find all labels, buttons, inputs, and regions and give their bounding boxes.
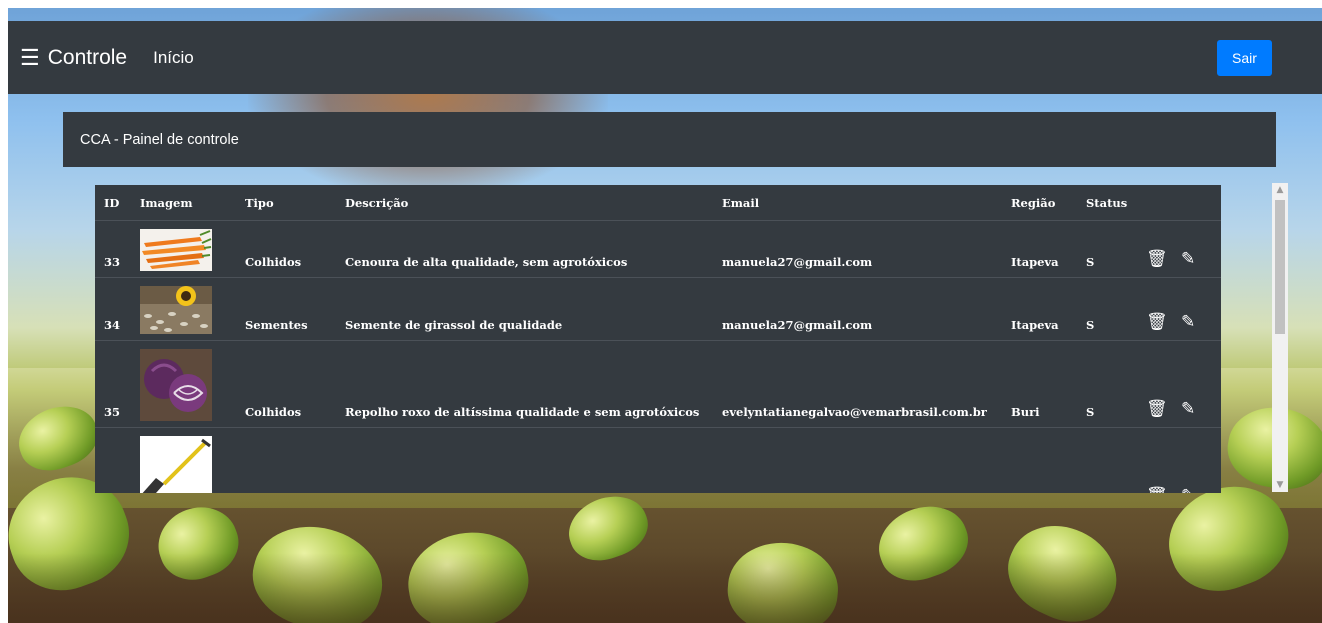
header-email: Email [722, 195, 760, 210]
header-status: Status [1086, 195, 1128, 210]
table-row: 🗑 ✎ [95, 427, 1221, 493]
products-table-container: ID Imagem Tipo Descrição Email Região St… [95, 185, 1221, 493]
cell-type: Colhidos [245, 220, 345, 278]
cell-status: S [1086, 220, 1146, 278]
panel-title: CCA - Painel de controle [63, 112, 1276, 167]
hamburger-icon[interactable]: ☰ [20, 45, 40, 71]
cell-image [140, 220, 245, 278]
cell-image [140, 340, 245, 428]
red-cabbage-thumbnail [140, 349, 212, 421]
cell-region: Buri [1011, 340, 1086, 428]
table-row: 33 Colhidos Cenoura de alta qualidade, s… [95, 220, 1221, 278]
sunflower-seeds-thumbnail [140, 286, 212, 334]
scroll-down-icon[interactable]: ▼ [1272, 478, 1288, 492]
products-table: ID Imagem Tipo Descrição Email Região St… [95, 185, 1221, 493]
trash-icon[interactable]: 🗑 [1146, 312, 1168, 332]
cell-description: Cenoura de alta qualidade, sem agrotóxic… [345, 220, 722, 278]
nav-link-inicio[interactable]: Início [153, 48, 194, 68]
table-scrollbar[interactable]: ▲ ▼ [1272, 183, 1288, 492]
cell-type: Colhidos [245, 340, 345, 428]
edit-icon[interactable]: ✎ [1181, 486, 1195, 493]
header-type: Tipo [245, 195, 274, 210]
shovel-thumbnail [140, 436, 212, 493]
cell-region: Itapeva [1011, 277, 1086, 341]
cell-type: Sementes [245, 277, 345, 341]
cell-id: 34 [95, 277, 140, 341]
cell-email: manuela27@gmail.com [722, 220, 1011, 278]
cell-description: Repolho roxo de altíssima qualidade e se… [345, 340, 722, 428]
table-row: 34 Sementes Semente de girassol de quali… [95, 277, 1221, 341]
logout-button[interactable]: Sair [1217, 40, 1272, 76]
scroll-up-icon[interactable]: ▲ [1272, 183, 1288, 197]
carrots-thumbnail [140, 229, 212, 271]
cell-status: S [1086, 340, 1146, 428]
cell-description: Semente de girassol de qualidade [345, 277, 722, 341]
cell-email [722, 427, 1011, 493]
cell-id [95, 427, 140, 493]
scrollbar-thumb[interactable] [1275, 200, 1285, 334]
trash-icon[interactable]: 🗑 [1146, 249, 1168, 269]
cell-id: 35 [95, 340, 140, 428]
table-header-row: ID Imagem Tipo Descrição Email Região St… [95, 185, 1221, 221]
sidebar-toggle[interactable]: ☰ Controle [20, 45, 127, 71]
edit-icon[interactable]: ✎ [1181, 249, 1195, 269]
header-region: Região [1011, 195, 1056, 210]
edit-icon[interactable]: ✎ [1181, 399, 1195, 419]
cell-description [345, 427, 722, 493]
cell-region: Itapeva [1011, 220, 1086, 278]
cell-type [245, 427, 345, 493]
edit-icon[interactable]: ✎ [1181, 312, 1195, 332]
cell-status: S [1086, 277, 1146, 341]
cell-status [1086, 427, 1146, 493]
cell-email: evelyntatianegalvao@vemarbrasil.com.br [722, 340, 1011, 428]
cell-image [140, 277, 245, 341]
cell-email: manuela27@gmail.com [722, 277, 1011, 341]
table-row: 35 Colhidos Repolho roxo de altíssima qu… [95, 340, 1221, 428]
header-description: Descrição [345, 195, 409, 210]
trash-icon[interactable]: 🗑 [1146, 486, 1168, 493]
cell-region [1011, 427, 1086, 493]
header-id: ID [104, 195, 120, 210]
cell-image [140, 427, 245, 493]
top-navbar: ☰ Controle Início Sair [8, 21, 1322, 94]
cell-id: 33 [95, 220, 140, 278]
trash-icon[interactable]: 🗑 [1146, 399, 1168, 419]
header-image: Imagem [140, 195, 193, 210]
brand-label: Controle [47, 45, 128, 69]
